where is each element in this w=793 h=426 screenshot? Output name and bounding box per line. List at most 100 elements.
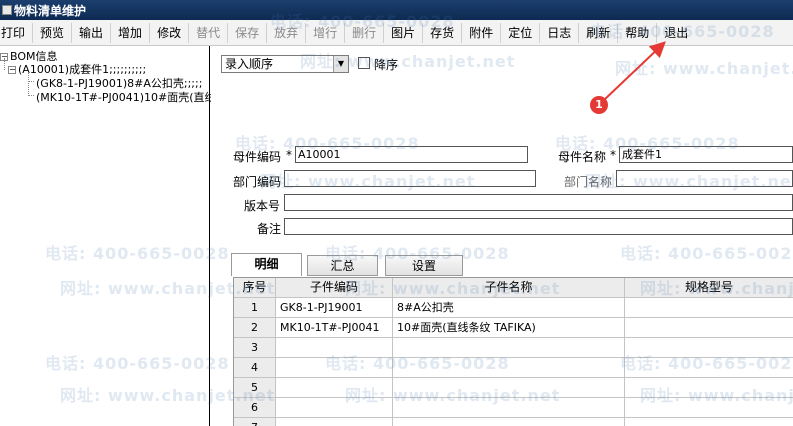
table-row[interactable]: 3 <box>234 338 793 358</box>
child-code-cell[interactable] <box>276 358 393 378</box>
spec-header: 规格型号 <box>625 278 793 298</box>
toolbar-separator <box>71 22 73 43</box>
app-icon <box>2 5 12 15</box>
child-name-cell[interactable] <box>393 338 625 358</box>
preview-button[interactable]: 预览 <box>40 20 64 46</box>
toolbar-separator <box>383 22 385 43</box>
tab-detail[interactable]: 明细 <box>231 253 302 276</box>
row-number-cell[interactable]: 4 <box>234 358 276 378</box>
bom-tree-panel: − BOM信息 − (A10001)成套件1;;;;;;;;;; (GK8-1-PJ… <box>0 46 216 426</box>
descending-label: 降序 <box>374 58 399 72</box>
toolbar-separator <box>617 22 619 43</box>
print-button[interactable]: 打印 <box>1 20 25 46</box>
toolbar-separator <box>500 22 502 43</box>
table-row[interactable]: 6 <box>234 398 793 418</box>
toolbar-separator <box>227 22 229 43</box>
dept-code-field[interactable] <box>284 170 536 187</box>
tab-summary[interactable]: 汇总 <box>307 255 378 276</box>
parent-name-label: 母件名称 <box>558 150 607 164</box>
annotation-badge: 1 <box>590 96 608 114</box>
toolbar-separator <box>539 22 541 43</box>
attachment-button[interactable]: 附件 <box>469 20 493 46</box>
spec-cell[interactable] <box>625 418 793 426</box>
spec-cell[interactable] <box>625 358 793 378</box>
version-label: 版本号 <box>244 199 281 213</box>
child-code-cell[interactable] <box>276 398 393 418</box>
required-mark: * <box>286 148 292 162</box>
toolbar-separator <box>110 22 112 43</box>
save-button[interactable]: 保存 <box>235 20 259 46</box>
bom-detail-panel: 录入顺序 ▼ 降序 母件编码 * A10001 母件名称 * 成套件1 部门编码… <box>211 46 793 426</box>
inventory-button[interactable]: 存货 <box>430 20 454 46</box>
sort-order-select[interactable]: 录入顺序 ▼ <box>221 55 349 73</box>
row-number-cell[interactable]: 7 <box>234 418 276 426</box>
chevron-down-icon[interactable]: ▼ <box>333 56 348 72</box>
child-code-cell[interactable] <box>276 378 393 398</box>
help-button[interactable]: 帮助 <box>625 20 649 46</box>
row-number-cell[interactable]: 2 <box>234 318 276 338</box>
table-row[interactable]: 7 <box>234 418 793 426</box>
dept-name-label: 部门名称 <box>564 175 613 189</box>
sort-order-value: 录入顺序 <box>225 57 274 71</box>
window-title: 物料清单维护 <box>14 3 87 18</box>
image-button[interactable]: 图片 <box>391 20 415 46</box>
add-button[interactable]: 增加 <box>118 20 142 46</box>
toolbar-separator <box>656 22 658 43</box>
substitute-button[interactable]: 替代 <box>196 20 220 46</box>
child-name-cell[interactable] <box>393 398 625 418</box>
table-row[interactable]: 5 <box>234 378 793 398</box>
tab-settings[interactable]: 设置 <box>385 255 463 276</box>
row-number-cell[interactable]: 1 <box>234 298 276 318</box>
parent-name-field[interactable]: 成套件1 <box>619 146 793 163</box>
toolbar-separator <box>266 22 268 43</box>
parent-code-field[interactable]: A10001 <box>295 146 528 163</box>
child-code-cell[interactable]: MK10-1T#-PJ0041 <box>276 318 393 338</box>
child-name-cell[interactable] <box>393 358 625 378</box>
toolbar-separator <box>32 22 34 43</box>
row-number-cell[interactable]: 6 <box>234 398 276 418</box>
collapse-icon[interactable]: − <box>8 66 16 74</box>
child-name-cell[interactable]: 10#面壳(直线条纹 TAFIKA) <box>393 318 625 338</box>
descending-checkbox[interactable] <box>358 57 370 69</box>
parent-code-label: 母件编码 <box>233 150 282 164</box>
child-code-header: 子件编码 <box>276 278 393 298</box>
table-row[interactable]: 4 <box>234 358 793 378</box>
toolbar-separator <box>188 22 190 43</box>
row-number-cell[interactable]: 3 <box>234 338 276 358</box>
spec-cell[interactable] <box>625 378 793 398</box>
child-name-cell[interactable] <box>393 418 625 426</box>
toolbar-separator <box>305 22 307 43</box>
table-row[interactable]: 2 MK10-1T#-PJ0041 10#面壳(直线条纹 TAFIKA) <box>234 318 793 338</box>
child-name-cell[interactable] <box>393 378 625 398</box>
log-button[interactable]: 日志 <box>547 20 571 46</box>
version-field[interactable] <box>284 194 793 211</box>
tree-item-label: (MK10-1T#-PJ0041)10#面壳(直线 <box>36 91 216 104</box>
bom-grid: 序号 子件编码 子件名称 规格型号 1 GK8-1-PJ19001 8#A公扣壳 2 MK10-… <box>233 277 793 426</box>
export-button[interactable]: 输出 <box>79 20 103 46</box>
toolbar-separator <box>422 22 424 43</box>
child-code-cell[interactable] <box>276 338 393 358</box>
child-code-cell[interactable] <box>276 418 393 426</box>
toolbar-separator <box>461 22 463 43</box>
dept-name-field[interactable] <box>616 170 793 187</box>
spec-cell[interactable] <box>625 298 793 318</box>
edit-button[interactable]: 修改 <box>157 20 181 46</box>
tree-item-child-2[interactable]: (MK10-1T#-PJ0041)10#面壳(直线 <box>36 89 216 105</box>
toolbar-separator <box>344 22 346 43</box>
child-code-cell[interactable]: GK8-1-PJ19001 <box>276 298 393 318</box>
remark-label: 备注 <box>257 222 282 236</box>
table-row[interactable]: 1 GK8-1-PJ19001 8#A公扣壳 <box>234 298 793 318</box>
delete-row-button[interactable]: 删行 <box>352 20 376 46</box>
row-number-cell[interactable]: 5 <box>234 378 276 398</box>
discard-button[interactable]: 放弃 <box>274 20 298 46</box>
locate-button[interactable]: 定位 <box>508 20 532 46</box>
add-row-button[interactable]: 增行 <box>313 20 337 46</box>
spec-cell[interactable] <box>625 338 793 358</box>
toolbar-separator <box>149 22 151 43</box>
refresh-button[interactable]: 刷新 <box>586 20 610 46</box>
remark-field[interactable] <box>284 218 793 235</box>
spec-cell[interactable] <box>625 398 793 418</box>
exit-button[interactable]: 退出 <box>664 20 688 46</box>
child-name-cell[interactable]: 8#A公扣壳 <box>393 298 625 318</box>
spec-cell[interactable] <box>625 318 793 338</box>
